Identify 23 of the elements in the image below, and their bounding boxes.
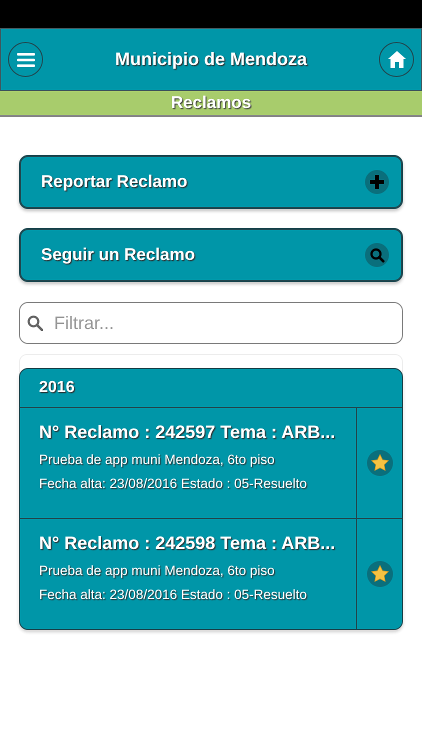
filter-field[interactable]: Filtrar...: [19, 302, 403, 344]
menu-icon: [16, 52, 34, 66]
group-title: 2016: [39, 379, 75, 397]
item-meta: Fecha alta: 23/08/2016 Estado : 05-Resuelto: [39, 476, 308, 491]
item-description: Prueba de app muni Mendoza, 6to piso: [39, 452, 276, 467]
report-button[interactable]: Reportar Reclamo: [19, 155, 403, 209]
home-icon: [388, 51, 406, 68]
list-item[interactable]: N° Reclamo : 242597 Tema : ARB... Prueba de app muni Mendoza, 6to piso Fecha alta: 23/08/2016 Estado : 05-Resuelto: [20, 408, 356, 518]
list-item[interactable]: N° Reclamo : 242598 Tema : ARB... Prueba de app muni Mendoza, 6to piso Fecha alta: 23/08/2016 Estado : 05-Resuelto: [20, 519, 356, 629]
section-title: Reclamos: [170, 93, 252, 113]
item-description: Prueba de app muni Mendoza, 6to piso: [39, 563, 276, 578]
search-icon: [365, 243, 389, 267]
item-title: N° Reclamo : 242597 Tema : ARB...: [39, 422, 336, 443]
favorite-button[interactable]: [356, 519, 402, 629]
favorite-button[interactable]: [356, 408, 402, 518]
app-title: Municipio de Mendoza: [115, 49, 307, 70]
item-meta: Fecha alta: 23/08/2016 Estado : 05-Resuelto: [39, 587, 308, 602]
home-button[interactable]: [379, 42, 414, 77]
menu-button[interactable]: [8, 42, 43, 77]
search-icon: [27, 315, 43, 331]
item-title: N° Reclamo : 242598 Tema : ARB...: [39, 533, 336, 554]
plus-icon: [365, 170, 389, 194]
track-button[interactable]: Seguir un Reclamo: [19, 228, 403, 282]
